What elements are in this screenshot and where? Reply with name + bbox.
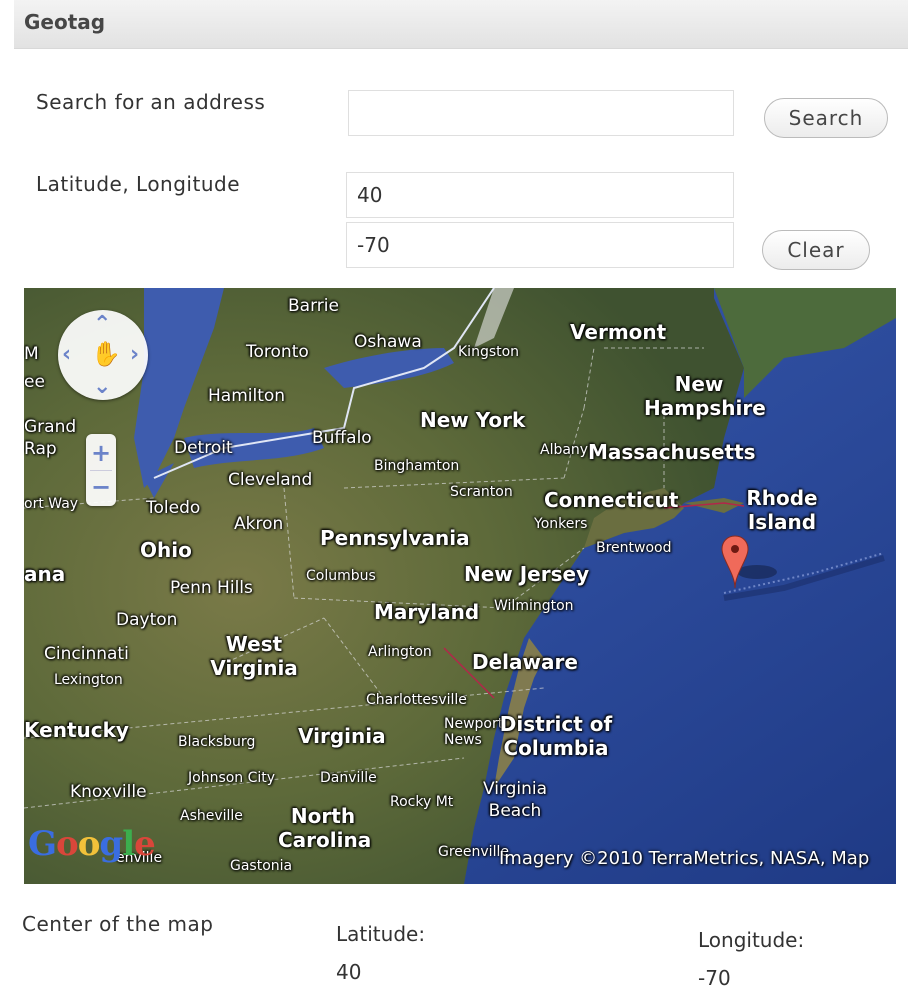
map-label-virginia: Virginia	[298, 724, 386, 748]
map-label-partial-ee: ee	[24, 372, 45, 392]
map-label-rhode-island: Rhode Island	[746, 486, 818, 534]
geotag-header: Geotag	[14, 0, 908, 49]
longitude-input[interactable]	[346, 222, 734, 268]
map-label-knoxville: Knoxville	[70, 782, 147, 802]
map-label-ohio: Ohio	[140, 538, 192, 562]
clear-button[interactable]: Clear	[762, 230, 870, 270]
center-latitude-value: 40	[336, 960, 362, 984]
map-label-detroit: Detroit	[174, 438, 233, 458]
map-label-columbus: Penn Hills	[170, 578, 253, 598]
map-label-delaware: Delaware	[472, 650, 578, 674]
map-label-kentucky: Kentucky	[24, 718, 129, 742]
section-title: Geotag	[24, 10, 106, 34]
map-label-newport-news: Newport News	[444, 716, 504, 748]
map-label-new-hampshire: New Hampshire	[644, 372, 766, 420]
map-label-partial-m: M	[24, 344, 39, 364]
map-label-akron: Akron	[234, 514, 284, 534]
map-label-virginia-beach: Virginia Beach	[482, 779, 548, 821]
map-label-new-jersey: New Jersey	[464, 562, 590, 586]
map-label-brentwood: Brentwood	[596, 540, 672, 556]
map-label-pennsylvania: Pennsylvania	[320, 526, 470, 550]
latitude-input[interactable]	[346, 172, 734, 218]
map-label-toronto: Toronto	[246, 342, 309, 362]
map-label-wilmington: Wilmington	[494, 598, 574, 614]
zoom-in-button[interactable]: +	[86, 438, 116, 468]
search-label: Search for an address	[36, 90, 266, 114]
map-canvas[interactable]: Barrie Oshawa Toronto Kingston Vermont N…	[24, 288, 896, 884]
map-label-new-york: New York	[420, 408, 526, 432]
map-label-maryland: Maryland	[374, 600, 480, 624]
marker-svg	[721, 535, 777, 589]
map-label-dayton: Dayton	[116, 610, 178, 630]
map-label-cleveland: Cleveland	[228, 470, 313, 490]
map-label-barrie: Barrie	[288, 296, 339, 316]
google-logo: Google	[28, 824, 156, 864]
pan-left-icon[interactable]: ‹	[62, 344, 71, 366]
search-button[interactable]: Search	[764, 98, 888, 138]
map-zoom-control: + −	[86, 434, 116, 506]
map-label-connecticut: Connecticut	[544, 488, 679, 512]
zoom-divider	[90, 470, 112, 471]
map-label-charlottesville: Charlottesville	[366, 692, 467, 708]
center-longitude-label: Longitude:	[698, 928, 805, 952]
map-label-binghamton: Binghamton	[374, 458, 460, 474]
center-of-map-label: Center of the map	[22, 912, 214, 936]
map-label-vermont: Vermont	[570, 320, 667, 344]
map-pan-control[interactable]: ⌃ ⌄ ‹ › ✋	[58, 310, 148, 400]
pan-down-icon[interactable]: ⌄	[93, 376, 111, 398]
map-label-toledo: Toledo	[146, 498, 201, 518]
center-latitude-label: Latitude:	[336, 922, 426, 946]
map-label-kingston: Kingston	[458, 344, 520, 360]
map-label-arlington: Arlington	[368, 644, 432, 660]
map-label-penn-hills: Columbus	[306, 568, 376, 584]
map-label-buffalo: Buffalo	[312, 428, 372, 448]
map-copyright: Imagery ©2010 TerraMetrics, NASA, Map	[499, 848, 870, 869]
map-label-partial-grand-rap: Grand Rap	[24, 417, 77, 459]
zoom-out-button[interactable]: −	[86, 472, 116, 502]
map-label-massachusetts: Massachusetts	[588, 440, 756, 464]
map-label-lexington: Lexington	[54, 672, 123, 688]
map-label-district-of-columbia: District of Columbia	[499, 712, 613, 760]
center-longitude-value: -70	[698, 966, 731, 990]
address-search-input[interactable]	[348, 90, 734, 136]
map-label-yonkers: Yonkers	[534, 516, 588, 532]
map-label-partial-fort-wayne: ort Way	[24, 496, 79, 512]
map-label-blacksburg: Blacksburg	[178, 734, 256, 750]
map-label-north-carolina: North Carolina	[278, 804, 372, 852]
hand-icon[interactable]: ✋	[91, 340, 121, 368]
map-label-albany: Albany	[540, 442, 589, 458]
map-label-danville: Danville	[320, 770, 377, 786]
map-label-partial-ana: ana	[24, 562, 66, 586]
map-label-scranton: Scranton	[450, 484, 513, 500]
pan-up-icon[interactable]: ⌃	[93, 314, 111, 336]
map-label-gastonia: Gastonia	[230, 858, 293, 874]
map-label-johnson-city: Johnson City	[188, 770, 276, 786]
map-label-west-virginia: West Virginia	[210, 632, 298, 680]
map-label-rocky-mt: Rocky Mt	[390, 794, 454, 810]
map-label-oshawa: Oshawa	[354, 332, 422, 352]
lat-lng-label: Latitude, Longitude	[36, 172, 241, 196]
map-label-cincinnati: Cincinnati	[44, 644, 129, 664]
map-label-hamilton: Hamilton	[208, 386, 286, 406]
pan-right-icon[interactable]: ›	[130, 344, 139, 366]
map-label-asheville: Asheville	[180, 808, 243, 824]
